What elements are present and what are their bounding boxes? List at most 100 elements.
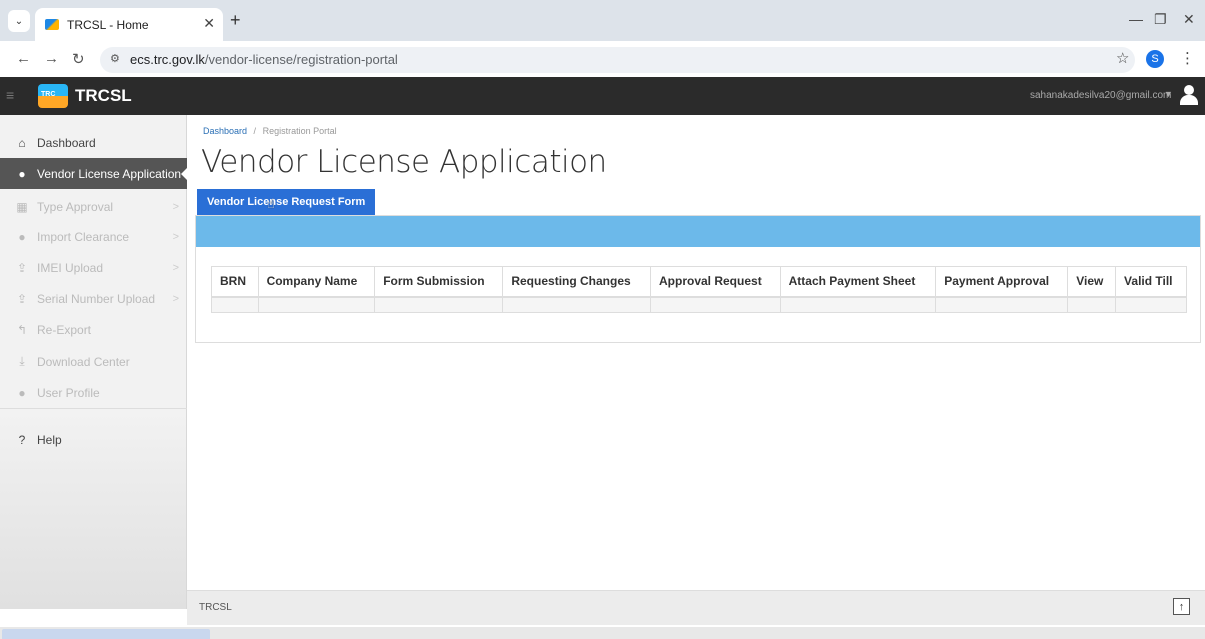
- sidebar-item-help[interactable]: ? Help: [0, 424, 187, 455]
- sidebar-divider: [0, 408, 187, 409]
- app-header: ≡ TRC TRCSL sahanakadesilva20@gmail.com …: [0, 77, 1205, 115]
- footer-text: TRCSL: [199, 602, 232, 613]
- close-icon[interactable]: ✕: [203, 15, 215, 32]
- home-icon: ⌂: [18, 135, 26, 150]
- table-icon: ▦: [16, 199, 28, 214]
- user-menu-icon[interactable]: [1178, 83, 1200, 107]
- breadcrumb-current: Registration Portal: [262, 126, 337, 136]
- sidebar-item-label: IMEI Upload: [37, 260, 104, 275]
- sidebar-item-download-center[interactable]: ⤓ Download Center: [0, 346, 187, 377]
- page-title: Vendor License Application: [201, 144, 607, 180]
- column-header[interactable]: Payment Approval: [935, 266, 1069, 298]
- sidebar-item-imei-upload[interactable]: ⇪ IMEI Upload >: [0, 252, 187, 283]
- upload-icon: ⇪: [16, 291, 28, 306]
- sidebar-item-vendor-license-application[interactable]: ● Vendor License Application: [0, 158, 188, 189]
- sidebar: ⌂ Dashboard ● Vendor License Application…: [0, 115, 188, 609]
- column-header[interactable]: Valid Till: [1115, 266, 1187, 298]
- sidebar-item-label: Dashboard: [37, 135, 96, 150]
- url-path: /vendor-license/registration-portal: [204, 52, 398, 67]
- sidebar-item-label: Type Approval: [37, 199, 114, 214]
- arrow-up-icon: ↑: [1178, 600, 1185, 613]
- sidebar-item-serial-number-upload[interactable]: ⇪ Serial Number Upload >: [0, 283, 187, 314]
- active-indicator: [181, 167, 188, 181]
- table-cell: [374, 296, 504, 313]
- breadcrumb: Dashboard / Registration Portal: [203, 126, 337, 136]
- back-icon[interactable]: ←: [16, 50, 31, 67]
- sidebar-item-label: User Profile: [37, 385, 100, 400]
- sidebar-item-label: Import Clearance: [37, 229, 130, 244]
- table-header-row: BRN Company Name Form Submission Request…: [211, 266, 1187, 298]
- table-cell: [1115, 296, 1187, 313]
- sidebar-item-label: Help: [37, 432, 62, 447]
- sidebar-item-label: Re-Export: [37, 322, 92, 337]
- url-text: ecs.trc.gov.lk/vendor-license/registrati…: [130, 52, 398, 67]
- column-header[interactable]: Company Name: [257, 266, 376, 298]
- sidebar-item-re-export[interactable]: ↰ Re-Export: [0, 314, 187, 345]
- user-icon: ●: [18, 166, 26, 181]
- forward-icon[interactable]: →: [44, 50, 59, 67]
- chevron-right-icon: >: [172, 292, 179, 305]
- table-cell: [502, 296, 651, 313]
- bookmark-star-icon[interactable]: ☆: [1116, 49, 1129, 67]
- table-cell: [257, 296, 376, 313]
- request-form-panel: BRN Company Name Form Submission Request…: [195, 215, 1201, 343]
- minimize-icon[interactable]: —: [1129, 11, 1143, 27]
- panel-header: [196, 216, 1200, 247]
- tab-search-button[interactable]: ⌄: [8, 10, 30, 32]
- site-settings-icon[interactable]: ⚙: [110, 52, 120, 65]
- page-footer: TRCSL ↑: [187, 590, 1205, 625]
- address-bar[interactable]: ⚙ ecs.trc.gov.lk/vendor-license/registra…: [100, 47, 1135, 73]
- column-header[interactable]: Form Submission: [374, 266, 504, 298]
- table-cell: [211, 296, 259, 313]
- sidebar-item-dashboard[interactable]: ⌂ Dashboard: [0, 127, 187, 158]
- sidebar-item-label: Download Center: [37, 354, 130, 369]
- scroll-to-top-button[interactable]: ↑: [1173, 598, 1190, 615]
- restore-icon[interactable]: ❐: [1154, 11, 1167, 28]
- browser-toolbar: ← → ↻ ⚙ ecs.trc.gov.lk/vendor-license/re…: [0, 41, 1205, 77]
- sidebar-item-label: Serial Number Upload: [37, 291, 156, 306]
- upload-icon: ⇪: [16, 260, 28, 275]
- sidebar-item-type-approval[interactable]: ▦ Type Approval >: [0, 191, 187, 222]
- help-icon: ?: [18, 432, 26, 447]
- mouse-cursor-icon: ☝: [267, 196, 275, 211]
- sidebar-item-import-clearance[interactable]: ● Import Clearance >: [0, 221, 187, 252]
- sidebar-item-label: Vendor License Application: [37, 166, 182, 181]
- sidebar-item-user-profile[interactable]: ● User Profile: [0, 377, 187, 408]
- column-header[interactable]: Requesting Changes: [502, 266, 651, 298]
- trcsl-logo: TRC: [38, 84, 68, 108]
- table-cell: [1067, 296, 1117, 313]
- table-cell: [779, 296, 937, 313]
- favicon-icon: [45, 19, 59, 30]
- reload-icon[interactable]: ↻: [72, 50, 85, 68]
- column-header[interactable]: View: [1067, 266, 1117, 298]
- column-header[interactable]: Approval Request: [650, 266, 781, 298]
- hamburger-icon[interactable]: ≡: [6, 87, 14, 103]
- chevron-right-icon: >: [172, 230, 179, 243]
- browser-status-bubble: [2, 629, 210, 639]
- window-close-icon[interactable]: ✕: [1183, 11, 1195, 28]
- circle-icon: ●: [18, 229, 26, 244]
- chevron-right-icon: >: [172, 200, 179, 213]
- breadcrumb-dashboard-link[interactable]: Dashboard: [203, 126, 247, 136]
- column-header[interactable]: BRN: [211, 266, 259, 298]
- tab-vendor-license-request-form[interactable]: Vendor License Request Form: [197, 189, 376, 215]
- user-icon: ●: [18, 385, 26, 400]
- chevron-down-icon: ⌄: [14, 15, 24, 27]
- reply-icon: ↰: [16, 322, 28, 337]
- column-header[interactable]: Attach Payment Sheet: [779, 266, 937, 298]
- user-email[interactable]: sahanakadesilva20@gmail.com: [1030, 90, 1171, 101]
- url-host: ecs.trc.gov.lk: [130, 52, 205, 67]
- vendor-license-table: BRN Company Name Form Submission Request…: [211, 266, 1187, 313]
- browser-tab[interactable]: TRCSL - Home ✕: [35, 8, 223, 41]
- browser-menu-icon[interactable]: ⋮: [1180, 49, 1195, 67]
- table-cell: [650, 296, 781, 313]
- new-tab-button[interactable]: +: [230, 10, 241, 31]
- tab-title: TRCSL - Home: [67, 17, 149, 32]
- download-icon: ⤓: [19, 354, 25, 368]
- chevron-right-icon: >: [172, 261, 179, 274]
- profile-avatar[interactable]: S: [1146, 50, 1164, 68]
- caret-down-icon[interactable]: ▼: [1164, 89, 1173, 99]
- table-cell: [935, 296, 1069, 313]
- table-row: [211, 296, 1187, 313]
- brand-name: TRCSL: [75, 86, 132, 105]
